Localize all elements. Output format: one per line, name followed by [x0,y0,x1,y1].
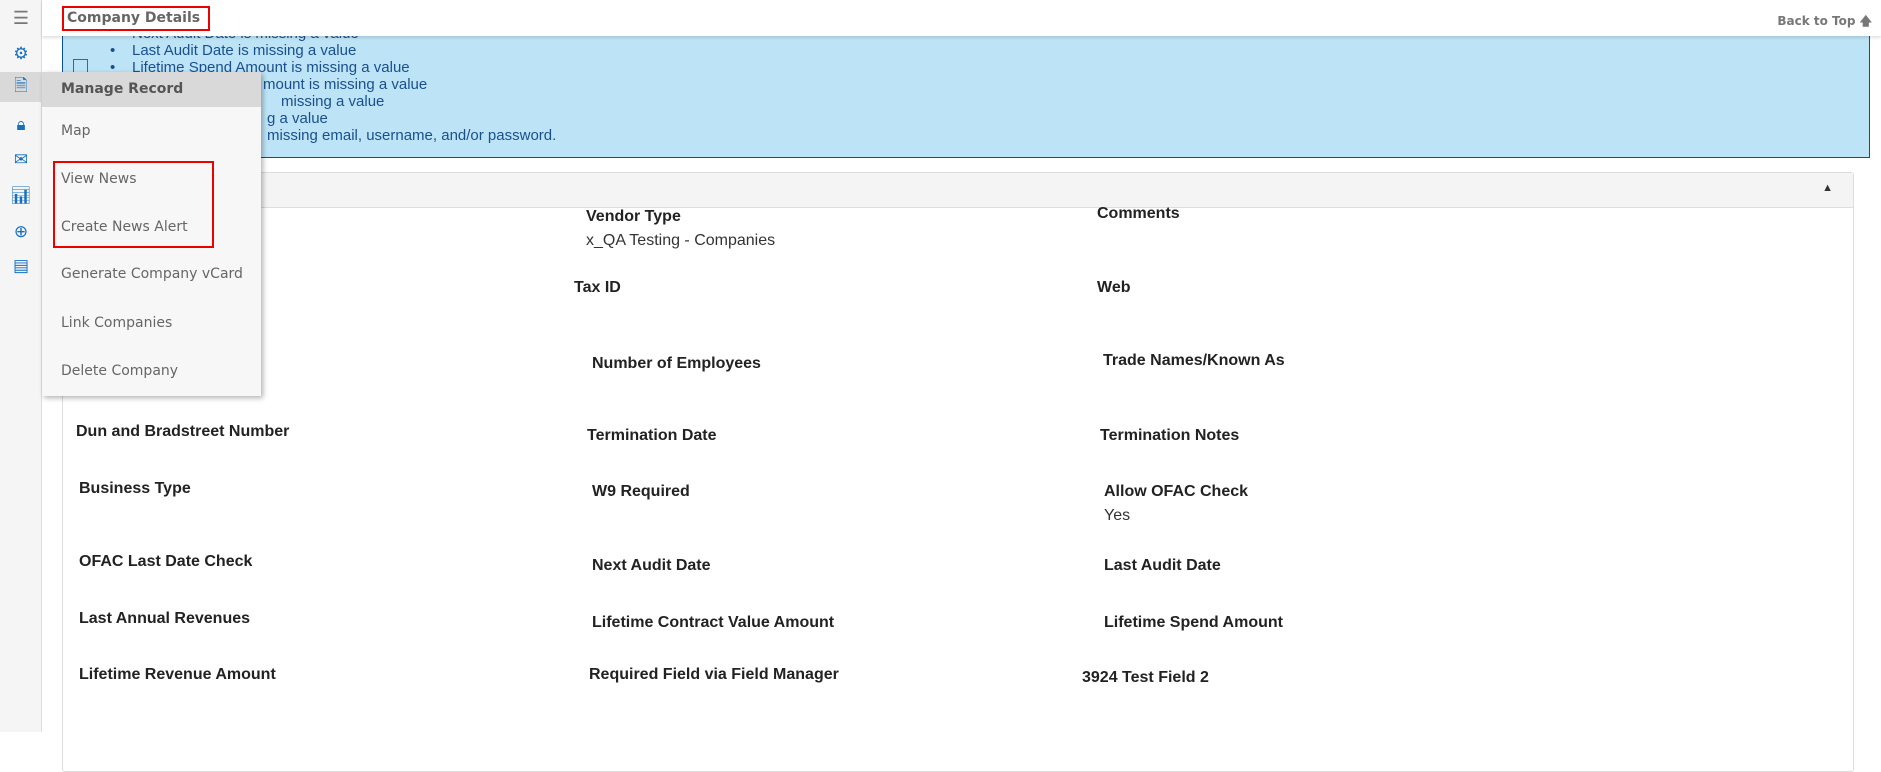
hamburger-menu-icon[interactable]: ☰ [0,3,42,33]
company-details-panel: ▲ [62,172,1854,772]
field-label: Number of Employees [592,355,761,372]
field-label: OFAC Last Date Check [79,553,253,570]
panel-header[interactable]: ▲ [63,173,1853,208]
collapse-triangle-icon[interactable]: ▲ [1822,182,1833,194]
alert-item: missing a value [281,93,385,110]
field-label: Web [1097,279,1131,296]
field-value: Yes [1104,507,1131,524]
manage-record-menu: Manage Record Map View News Create News … [42,72,261,396]
menu-item-map[interactable]: Map [61,123,91,139]
page-header: Company Details Back to Top 🡅 [42,0,1881,36]
highlight-box [53,161,214,248]
alert-item: mount is missing a value [263,76,428,93]
field-label: Last Audit Date [1104,557,1221,574]
document-settings-icon[interactable]: 🗎 [0,72,42,102]
arrow-up-icon: 🡅 [1859,14,1872,28]
field-label: Next Audit Date [592,557,711,574]
company-add-icon[interactable]: ⊕ [0,217,42,247]
envelope-icon[interactable]: ✉ [0,145,42,175]
back-to-top-link[interactable]: Back to Top 🡅 [1777,12,1872,33]
alert-item: missing email, username, and/or password… [267,127,557,144]
field-label: Business Type [79,480,191,497]
menu-header: Manage Record [42,72,261,107]
field-label: Dun and Bradstreet Number [76,423,290,440]
field-label: Allow OFAC Check [1104,483,1249,500]
field-label: Required Field via Field Manager [589,666,839,683]
field-label: Last Annual Revenues [79,610,251,627]
field-label: Tax ID [574,279,621,296]
field-label: Vendor Type [586,208,681,225]
field-value: x_QA Testing - Companies [586,232,776,249]
field-label: Lifetime Spend Amount [1104,614,1283,631]
menu-item-link-companies[interactable]: Link Companies [61,315,172,331]
lock-icon[interactable]: 🔒︎ [0,110,42,140]
field-label: W9 Required [592,483,690,500]
chart-icon[interactable]: 📊︎ [0,181,42,211]
field-label: Trade Names/Known As [1103,352,1285,369]
report-settings-icon[interactable]: ▤ [0,251,42,281]
field-label: Comments [1097,205,1180,222]
field-label: Lifetime Revenue Amount [79,666,276,683]
alert-item: Last Audit Date is missing a value [110,42,356,59]
menu-item-delete-company[interactable]: Delete Company [61,363,178,379]
alert-item: g a value [267,110,328,127]
validation-alert: Next Audit Date is missing a value Last … [62,25,1870,158]
page-title: Company Details [62,6,210,31]
field-label: Lifetime Contract Value Amount [592,614,835,631]
sidebar: ☰ ⚙ 🗎 🔒︎ ✉ 📊︎ ⊕ ▤ [0,0,42,732]
field-label: 3924 Test Field 2 [1082,669,1209,686]
gear-icon[interactable]: ⚙ [0,39,42,69]
field-label: Termination Notes [1100,427,1240,444]
back-to-top-label: Back to Top [1777,14,1856,28]
field-label: Termination Date [587,427,717,444]
menu-item-generate-vcard[interactable]: Generate Company vCard [61,266,243,282]
